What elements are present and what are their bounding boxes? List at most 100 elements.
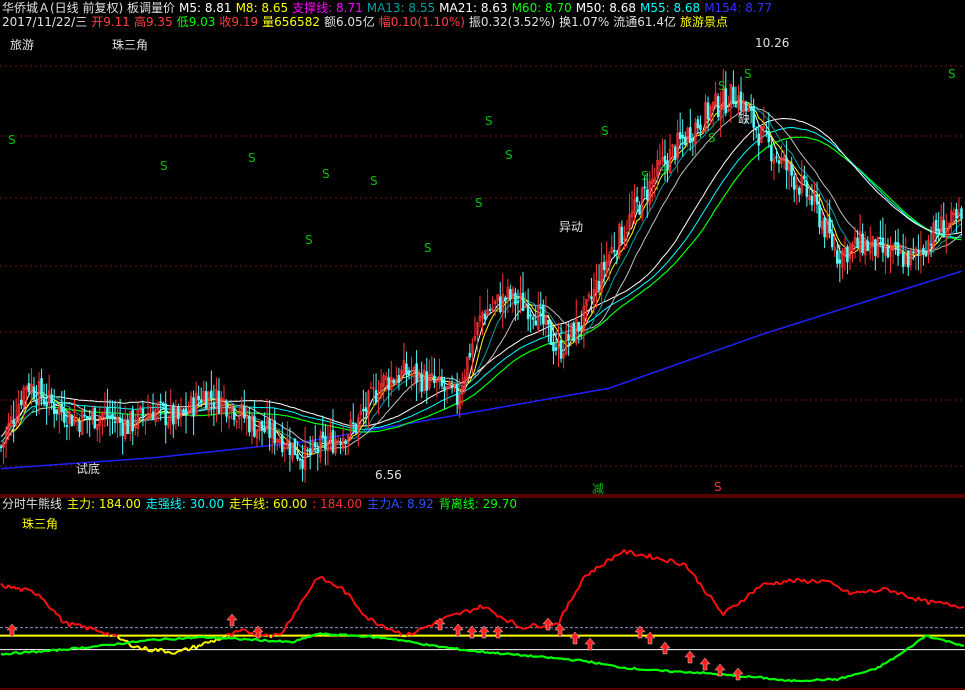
candle-body [225,401,228,417]
main-force-segment [740,599,744,603]
main-force-segment [309,584,314,590]
main-force-segment [849,591,854,596]
candle-body [955,209,958,219]
candle-body [757,133,760,146]
main-force-segment [727,606,732,610]
candle-body [942,220,945,238]
candle-body [706,102,710,120]
candle-body [455,383,459,405]
try-bottom-label: 试底 [76,462,101,476]
main-force-segment [659,558,663,561]
main-force-segment [28,588,32,592]
main-force-segment [256,631,261,636]
candle-body [732,86,735,105]
main-force-segment [879,587,884,592]
candle-body [0,446,3,448]
main-force-segment [859,590,864,594]
main-force-segment [900,591,904,595]
main-force-segment [165,650,169,654]
high-price-mark: 10.26 [755,36,790,50]
main-force-segment [572,590,578,597]
candle-body [301,459,304,469]
candle-body [40,378,43,398]
main-candlestick-chart[interactable]: SSSSS SSSSSSS SSSS S [0,30,965,496]
main-force-segment [897,591,902,596]
main-force-segment [955,605,960,609]
candle-body [111,413,114,419]
main-force-segment [874,590,879,594]
main-force-segment [555,622,560,627]
main-force-segment [550,623,554,627]
main-force-segment [917,596,922,602]
main-force-segment [813,580,818,584]
candle-body [27,383,31,393]
main-force-segment [737,599,742,605]
main-force-segment [296,603,301,611]
main-force-segment [372,619,377,625]
candle-body [559,340,563,359]
main-force-segment [927,599,932,606]
sub-pattern-label: 珠三角 [22,517,59,531]
main-force-segment [137,645,142,650]
candle-body [362,408,365,412]
main-force-segment [378,623,382,627]
main-force-segment [793,578,798,584]
main-force-segment [367,617,372,622]
candle-body [681,134,684,139]
main-force-segment [712,599,717,605]
sub-indicator-item: 主力A: 8.92 [367,497,434,511]
candle-body [830,232,834,248]
candle-body [184,408,188,416]
main-force-segment [674,562,679,566]
quote-item: 开9.11 [91,15,130,29]
main-force-segment [940,601,945,605]
main-force-segment [616,553,620,557]
main-force-segment [458,611,463,616]
main-force-segment [948,603,952,608]
candle-body [924,253,928,257]
main-force-segment [487,606,491,611]
candle-body [547,319,550,325]
candle-body [306,449,309,452]
main-force-segment [195,644,200,650]
main-force-segment [329,581,334,586]
main-force-segment [147,649,151,653]
s-signal-marker: S [370,174,378,188]
main-force-segment [269,635,273,639]
main-force-segment [363,614,367,618]
sub-indicator-item: 分时牛熊线 [2,497,63,511]
main-force-segment [415,627,420,633]
main-force-segment [862,590,866,594]
main-force-segment [760,582,765,587]
main-force-segment [626,549,631,555]
candle-body [260,421,264,431]
main-force-segment [347,592,352,597]
main-force-segment [945,601,950,606]
candle-body [164,403,167,426]
main-force-segment [839,587,844,592]
candle-body [645,189,649,201]
main-force-segment [431,622,436,627]
candle-body [324,435,327,450]
main-force-segment [53,609,58,616]
main-force-segment [887,588,892,593]
main-force-segment [598,564,603,569]
candle-body [131,410,135,432]
main-force-segment [382,625,387,630]
candle-body [673,146,677,160]
candle-body [861,233,864,254]
sub-indicator-chart[interactable] [0,496,965,690]
main-force-segment [215,638,220,642]
main-force-segment [525,626,529,630]
candle-body [567,334,570,341]
abnormal-move-label: 异动 [559,220,584,234]
candle-body [792,176,796,190]
main-force-segment [664,560,668,564]
main-force-segment [410,632,415,636]
main-force-segment [494,612,499,618]
candle-body [823,217,826,238]
quote-item: 流通61.4亿 [613,15,676,29]
main-force-segment [183,646,187,650]
candle-body [425,371,429,391]
candle-body [296,453,299,460]
